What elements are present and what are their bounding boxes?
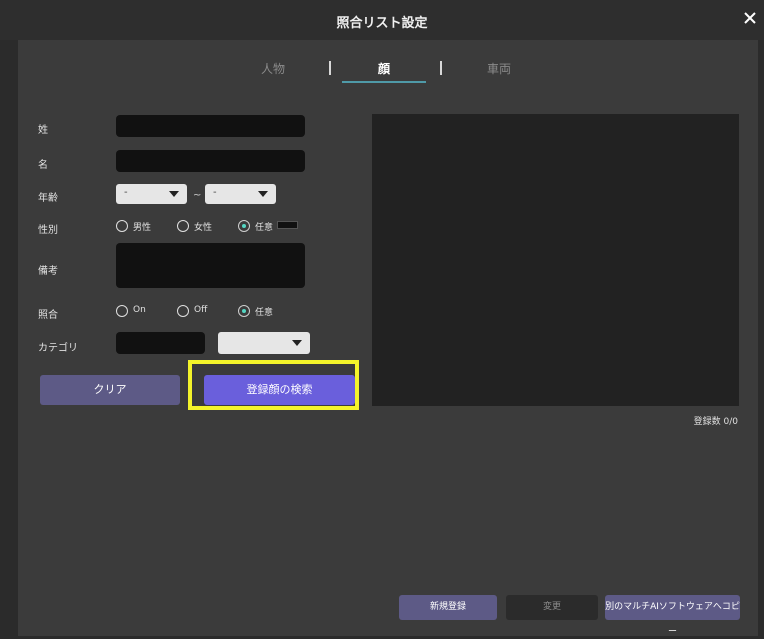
radio-circle xyxy=(116,305,128,317)
radio-circle xyxy=(116,220,128,232)
window-title: 照合リスト設定 xyxy=(336,16,428,31)
change-button[interactable]: 変更 xyxy=(506,595,598,620)
radio-circle xyxy=(177,220,189,232)
category-label: カテゴリ xyxy=(38,343,78,354)
search-registered-faces-button[interactable]: 登録顔の検索 xyxy=(204,375,355,405)
age-range-separator: ~ xyxy=(193,190,202,201)
copy-to-other-software-button[interactable]: 別のマルチAIソフトウェアへコピー xyxy=(605,595,740,637)
tab-separator xyxy=(440,61,442,75)
tab-person[interactable]: 人物 xyxy=(261,60,285,77)
tab-bar: 人物 顔 車両 xyxy=(0,60,764,88)
first-name-label: 名 xyxy=(38,160,48,171)
match-option-label: Off xyxy=(194,305,208,315)
category-select[interactable] xyxy=(218,332,310,354)
registered-count: 登録数 0/0 xyxy=(693,417,738,427)
age-to-value: - xyxy=(213,187,217,198)
title-bar: 照合リスト設定 xyxy=(0,0,764,40)
close-icon[interactable] xyxy=(740,8,760,28)
gender-option-label: 男性 xyxy=(133,223,152,233)
note-textarea[interactable] xyxy=(116,243,305,288)
match-option-label: 任意 xyxy=(255,308,274,318)
tab-face[interactable]: 顔 xyxy=(378,60,390,77)
match-option-label: On xyxy=(133,305,146,315)
gender-option-label: 任意 xyxy=(255,223,274,233)
chevron-down-icon xyxy=(169,191,179,197)
face-preview-area xyxy=(372,114,739,406)
radio-circle-selected xyxy=(238,305,250,317)
tab-separator xyxy=(329,61,331,75)
tab-vehicle[interactable]: 車両 xyxy=(487,60,511,77)
last-name-input[interactable] xyxy=(116,115,305,137)
age-from-select[interactable]: - xyxy=(116,184,187,204)
clear-button[interactable]: クリア xyxy=(40,375,180,405)
chevron-down-icon xyxy=(292,340,302,346)
age-to-select[interactable]: - xyxy=(205,184,276,204)
age-from-value: - xyxy=(124,187,128,198)
last-name-label: 姓 xyxy=(38,125,48,136)
category-input[interactable] xyxy=(116,332,205,354)
gender-option-label: 女性 xyxy=(194,223,213,233)
radio-circle-selected xyxy=(238,220,250,232)
gender-label: 性別 xyxy=(38,225,58,236)
new-register-button[interactable]: 新規登録 xyxy=(399,595,497,620)
match-label: 照合 xyxy=(38,310,58,321)
active-tab-underline xyxy=(342,81,426,83)
chevron-down-icon xyxy=(258,191,268,197)
radio-circle xyxy=(177,305,189,317)
age-label: 年齢 xyxy=(38,193,58,204)
first-name-input[interactable] xyxy=(116,150,305,172)
gender-extra-field[interactable] xyxy=(277,221,298,229)
note-label: 備考 xyxy=(38,266,58,277)
